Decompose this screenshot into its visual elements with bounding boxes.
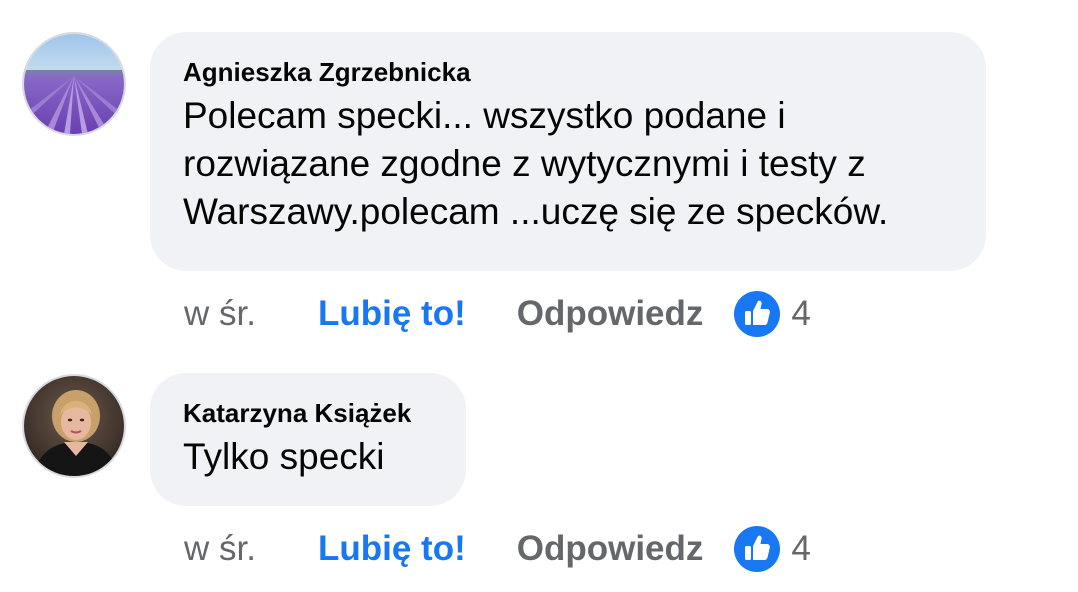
- reply-button[interactable]: Odpowiedz: [517, 294, 704, 334]
- comment-timestamp[interactable]: w śr.: [184, 529, 318, 569]
- reaction-count: 4: [791, 529, 811, 568]
- comment-author[interactable]: Agnieszka Zgrzebnicka: [183, 55, 954, 89]
- like-button[interactable]: Lubię to!: [318, 294, 466, 334]
- comment-text: Polecam specki... wszystko podane i rozw…: [183, 95, 889, 232]
- woman-portrait-avatar-image: [24, 376, 124, 476]
- avatar[interactable]: [22, 32, 126, 136]
- reaction-summary[interactable]: 4: [733, 525, 811, 573]
- reply-button[interactable]: Odpowiedz: [517, 529, 704, 569]
- comment-actions: w śr. Lubię to! Odpowiedz 4: [184, 289, 811, 339]
- comment-item: Katarzyna Książek Tylko specki w śr. Lub…: [0, 355, 1078, 592]
- comment-text: Tylko specki: [183, 436, 385, 477]
- reaction-summary[interactable]: 4: [733, 290, 811, 338]
- comment-item: Agnieszka Zgrzebnicka Polecam specki... …: [0, 0, 1078, 355]
- comment-actions: w śr. Lubię to! Odpowiedz 4: [184, 524, 811, 574]
- comment-author[interactable]: Katarzyna Książek: [183, 396, 434, 430]
- like-thumbs-up-icon: [734, 526, 781, 572]
- reaction-count: 4: [791, 294, 811, 333]
- comment-timestamp[interactable]: w śr.: [184, 294, 318, 334]
- comment-bubble: Agnieszka Zgrzebnicka Polecam specki... …: [150, 32, 986, 271]
- lavender-field-avatar-image: [24, 34, 124, 134]
- avatar[interactable]: [22, 374, 126, 478]
- comment-bubble: Katarzyna Książek Tylko specki: [150, 373, 466, 506]
- like-button[interactable]: Lubię to!: [318, 529, 466, 569]
- like-thumbs-up-icon: [734, 291, 781, 337]
